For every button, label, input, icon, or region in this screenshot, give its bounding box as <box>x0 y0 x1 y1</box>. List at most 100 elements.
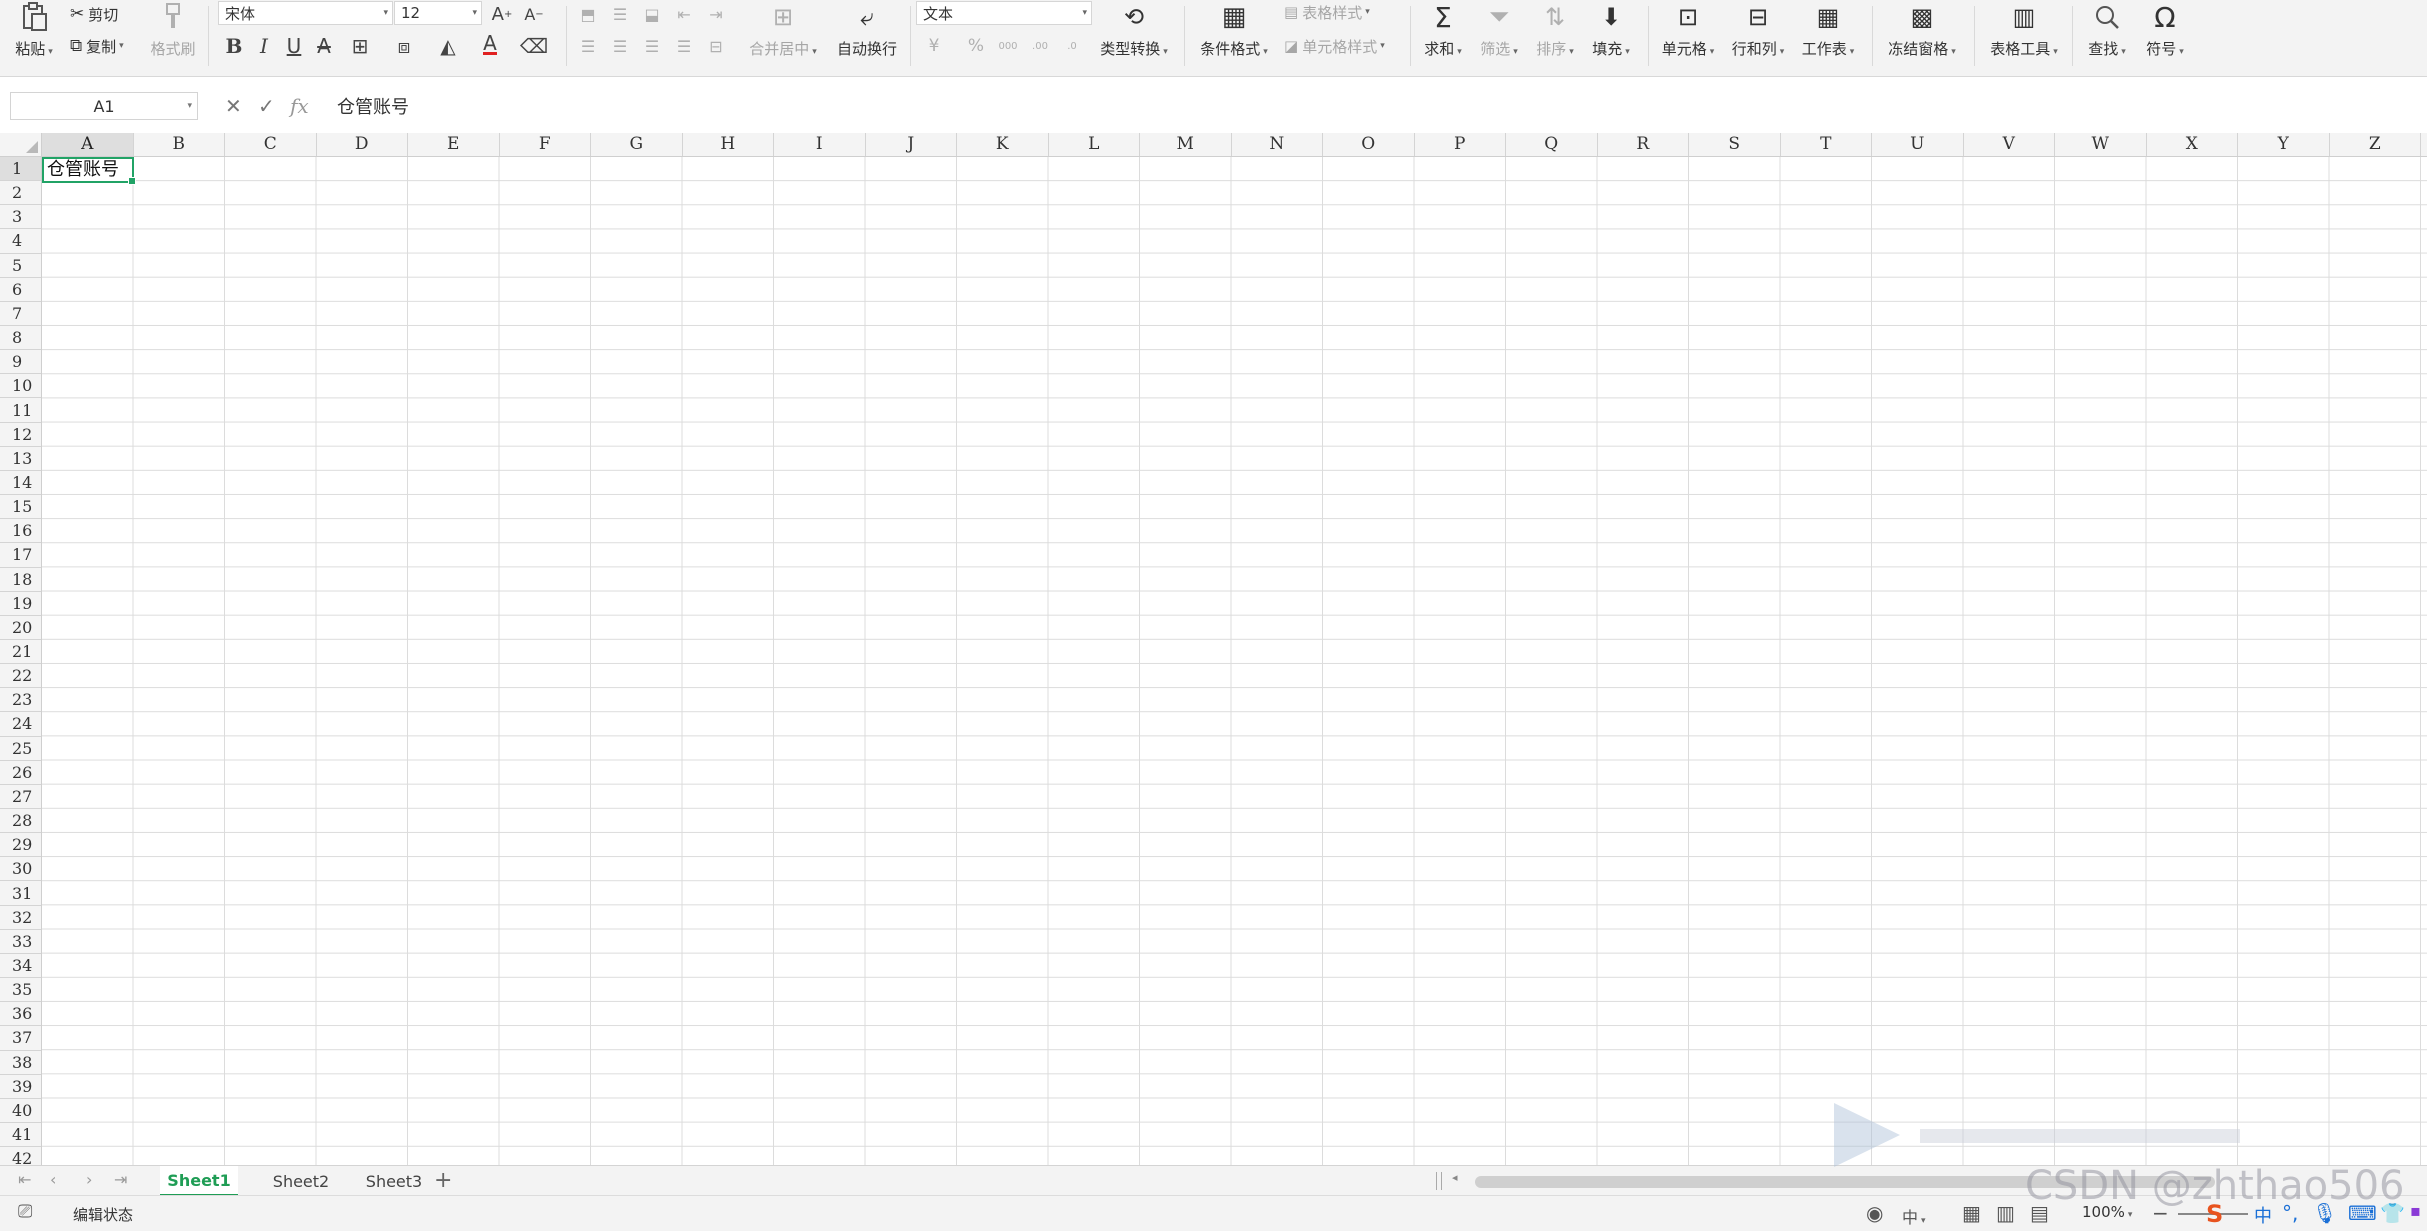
column-header[interactable]: M <box>1140 133 1232 156</box>
macro-record-icon[interactable]: ⎚ <box>18 1201 32 1222</box>
column-header[interactable]: D <box>317 133 408 156</box>
normal-view-icon[interactable]: ▦ <box>1962 1201 1981 1225</box>
bold-icon[interactable]: B <box>220 32 248 60</box>
column-header[interactable]: W <box>2055 133 2147 156</box>
column-header[interactable]: U <box>1872 133 1964 156</box>
type-convert-button[interactable]: ⟲ 类型转换 ▾ <box>1096 0 1172 68</box>
row-header[interactable]: 13 <box>0 447 41 471</box>
split-handle[interactable] <box>1436 1172 1442 1190</box>
column-header[interactable]: A <box>42 133 134 156</box>
formula-input[interactable]: 仓管账号 <box>325 92 2415 120</box>
row-header[interactable]: 1 <box>0 157 41 182</box>
last-sheet-icon[interactable]: ⇥ <box>114 1170 127 1189</box>
row-header[interactable]: 17 <box>0 543 41 568</box>
column-header[interactable]: E <box>408 133 500 156</box>
row-header[interactable]: 37 <box>0 1026 41 1051</box>
merge-center-button[interactable]: ⊞ 合并居中 ▾ <box>746 0 820 68</box>
row-header[interactable]: 27 <box>0 785 41 810</box>
merge-border-icon[interactable]: ⧈ <box>390 32 418 60</box>
eye-protection-icon[interactable]: ◉ <box>1866 1201 1883 1225</box>
row-header[interactable]: 14 <box>0 471 41 496</box>
decrease-decimal-icon[interactable]: .0 <box>1058 32 1086 60</box>
column-header[interactable]: Z <box>2330 133 2421 156</box>
row-header[interactable]: 42 <box>0 1147 41 1165</box>
underline-icon[interactable]: U <box>280 32 308 60</box>
row-header[interactable]: 16 <box>0 519 41 544</box>
freeze-panes-button[interactable]: ▩ 冻结窗格 ▾ <box>1882 0 1962 68</box>
cut-button[interactable]: ✂ 剪切 <box>70 2 118 26</box>
paste-button[interactable]: 粘贴 ▾ <box>10 0 58 68</box>
page-layout-icon[interactable]: ▥ <box>1996 1201 2015 1225</box>
row-header[interactable]: 36 <box>0 1002 41 1027</box>
column-header[interactable]: F <box>500 133 591 156</box>
fill-button[interactable]: ⬇ 填充 ▾ <box>1588 0 1634 68</box>
name-box[interactable]: A1 ▾ <box>10 92 198 120</box>
row-header[interactable]: 38 <box>0 1051 41 1075</box>
align-center-icon[interactable]: ☰ <box>606 32 634 60</box>
table-tools-button[interactable]: ▥ 表格工具 ▾ <box>1984 0 2064 68</box>
symbol-button[interactable]: Ω 符号 ▾ <box>2140 0 2190 68</box>
menu-grid-icon[interactable]: ▪ <box>2410 1201 2421 1220</box>
worksheet-button[interactable]: ▦ 工作表 ▾ <box>1798 0 1858 68</box>
scroll-left-icon[interactable]: ◂ <box>1452 1171 1458 1184</box>
thousands-icon[interactable]: 000 <box>994 32 1022 60</box>
row-header[interactable]: 23 <box>0 688 41 713</box>
align-right-icon[interactable]: ☰ <box>638 32 666 60</box>
first-sheet-icon[interactable]: ⇤ <box>18 1170 31 1189</box>
column-header[interactable]: Q <box>1506 133 1598 156</box>
row-header[interactable]: 11 <box>0 399 41 423</box>
decrease-indent-icon[interactable]: ⇤ <box>670 0 698 28</box>
row-header[interactable]: 2 <box>0 181 41 206</box>
increase-decimal-icon[interactable]: .00 <box>1026 32 1054 60</box>
row-header[interactable]: 41 <box>0 1123 41 1148</box>
row-header[interactable]: 10 <box>0 374 41 399</box>
copy-button[interactable]: ⧉ 复制 ▾ <box>70 34 124 58</box>
sum-button[interactable]: Σ 求和 ▾ <box>1420 0 1466 68</box>
column-header[interactable]: G <box>591 133 683 156</box>
row-header[interactable]: 7 <box>0 302 41 327</box>
row-header[interactable]: 15 <box>0 495 41 520</box>
font-size-select[interactable]: 12 ▾ <box>394 1 482 25</box>
format-painter-button[interactable]: 格式刷 <box>148 0 198 68</box>
row-header[interactable]: 9 <box>0 350 41 375</box>
row-header[interactable]: 30 <box>0 857 41 882</box>
row-header[interactable]: 33 <box>0 930 41 954</box>
number-format-select[interactable]: 文本 ▾ <box>916 1 1092 25</box>
cell-button[interactable]: ⊡ 单元格 ▾ <box>1658 0 1718 68</box>
row-header[interactable]: 31 <box>0 882 41 906</box>
sheet-tab-3[interactable]: Sheet3 <box>345 1166 443 1196</box>
sheet-tab-1[interactable]: Sheet1 <box>160 1166 238 1196</box>
fill-handle[interactable] <box>128 177 136 185</box>
column-header[interactable]: K <box>957 133 1049 156</box>
row-col-button[interactable]: ⊟ 行和列 ▾ <box>1728 0 1788 68</box>
align-middle-icon[interactable]: ☰ <box>606 0 634 28</box>
fill-color-icon[interactable]: ◭ <box>434 32 462 60</box>
row-header[interactable]: 28 <box>0 809 41 834</box>
prev-sheet-icon[interactable]: ‹ <box>50 1170 56 1189</box>
increase-indent-icon[interactable]: ⇥ <box>702 0 730 28</box>
row-header[interactable]: 40 <box>0 1099 41 1123</box>
worksheet-grid[interactable]: ABCDEFGHIJKLMNOPQRSTUVWXYZ 1 2 3 4 5 6 7 8 9 10 11… <box>0 133 2427 1165</box>
row-header[interactable]: 39 <box>0 1075 41 1099</box>
row-header[interactable]: 26 <box>0 761 41 785</box>
input-method-icon[interactable]: 中 ▾ <box>1902 1204 1926 1228</box>
font-name-select[interactable]: 宋体 ▾ <box>218 1 393 25</box>
row-header[interactable]: 19 <box>0 592 41 616</box>
add-sheet-icon[interactable]: + <box>434 1168 452 1193</box>
column-header[interactable]: O <box>1323 133 1415 156</box>
row-header[interactable]: 25 <box>0 737 41 761</box>
column-header[interactable]: P <box>1415 133 1506 156</box>
align-left-icon[interactable]: ☰ <box>574 32 602 60</box>
row-header[interactable]: 4 <box>0 229 41 254</box>
row-header[interactable]: 18 <box>0 568 41 592</box>
auto-wrap-button[interactable]: ⤶ 自动换行 <box>834 0 900 68</box>
align-bottom-icon[interactable]: ⬓ <box>638 0 666 28</box>
row-header[interactable]: 35 <box>0 978 41 1003</box>
row-header[interactable]: 34 <box>0 954 41 979</box>
strikethrough-icon[interactable]: A <box>310 32 338 60</box>
increase-font-icon[interactable]: A + <box>488 0 516 28</box>
next-sheet-icon[interactable]: › <box>86 1170 92 1189</box>
active-cell-a1[interactable]: 仓管账号 <box>42 157 136 185</box>
sort-button[interactable]: ⇅ 排序 ▾ <box>1532 0 1578 68</box>
column-header[interactable]: R <box>1598 133 1689 156</box>
